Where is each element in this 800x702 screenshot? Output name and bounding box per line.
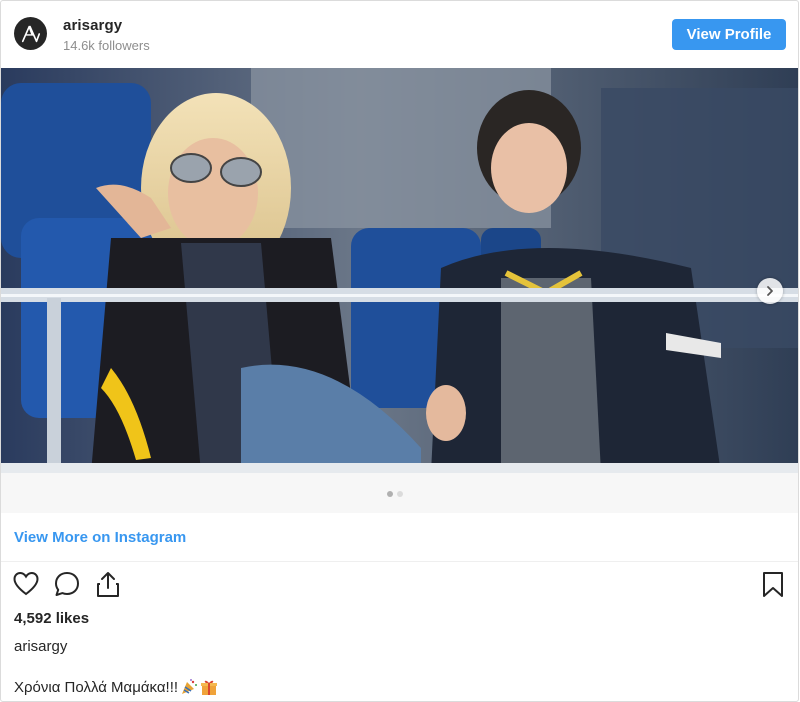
carousel-next-button[interactable] [757,278,783,304]
avatar[interactable] [14,17,47,50]
share-button[interactable] [93,569,123,599]
instagram-embed: arisargy 14.6k followers View Profile Vi… [0,0,799,702]
caption-username[interactable]: arisargy [14,638,67,655]
follower-count: 14.6k followers [63,38,150,53]
heart-icon [13,571,39,596]
caption-text: Χρόνια Πολλά Μαμάκα!!! [14,678,179,696]
carousel-dot[interactable] [397,491,403,497]
bookmark-icon [763,572,783,597]
view-profile-button[interactable]: View Profile [672,19,786,50]
like-count[interactable]: 4,592 likes [14,610,89,627]
username[interactable]: arisargy [63,17,122,34]
action-bar [1,569,798,603]
avatar-logo-icon [21,25,40,42]
comment-icon [55,572,79,596]
view-more-link[interactable]: View More on Instagram [14,529,186,546]
carousel-indicator-band [1,473,798,513]
share-icon [97,572,119,597]
post-header: arisargy 14.6k followers View Profile [1,1,798,68]
save-button[interactable] [758,569,788,599]
carousel-dot[interactable] [387,491,393,497]
like-button[interactable] [11,569,41,599]
photo-scene [1,68,798,473]
caption: Χρόνια Πολλά Μαμάκα!!! [14,678,218,696]
divider [1,561,798,562]
comment-button[interactable] [52,569,82,599]
post-photo[interactable] [1,68,798,473]
gift-icon [201,680,218,695]
party-popper-icon [182,679,198,694]
chevron-right-icon [767,286,773,296]
carousel-dots [387,491,403,497]
